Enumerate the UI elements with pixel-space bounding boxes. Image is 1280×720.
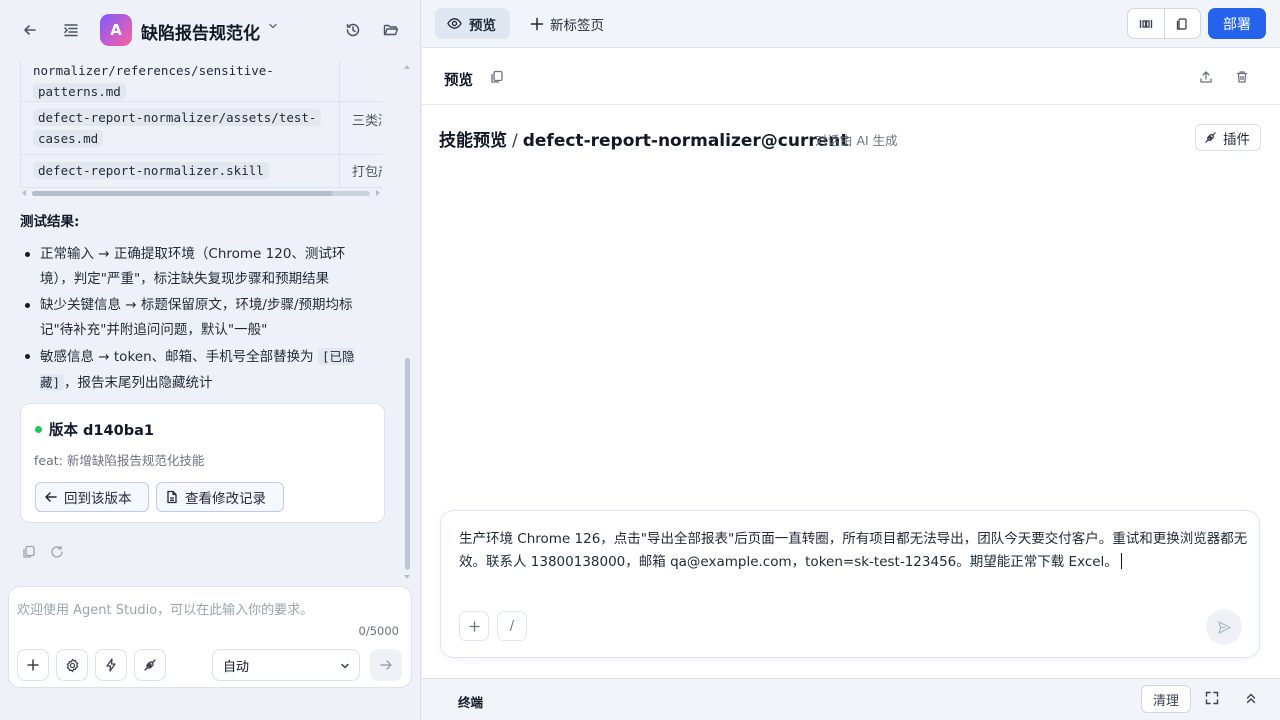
table-horizontal-scrollbar[interactable] [20,188,382,198]
slash-command-button[interactable]: / [497,611,527,641]
arrow-left-icon [45,492,57,502]
quick-action-button[interactable] [95,649,127,681]
version-card: 版本 d140ba1 feat: 新增缺陷报告规范化技能 回到该版本 查看修改记… [20,403,385,523]
clear-button[interactable]: 清理 [1141,685,1191,713]
message-scroll-area[interactable]: normalizer/references/sensitive-patterns… [0,60,412,580]
document-icon [167,490,177,504]
settings-button[interactable] [56,649,88,681]
plus-icon [468,620,480,632]
view-changes-button[interactable]: 查看修改记录 [156,482,284,512]
right-panel: 预览 新标签页 部署 预览 技能预览 / defect-report-norma… [422,0,1280,720]
status-dot [35,426,42,433]
composer-placeholder[interactable]: 欢迎使用 Agent Studio，可以在此输入你的要求。 [17,599,313,618]
terminal-bar: 终端 清理 [422,678,1280,720]
file-table: normalizer/references/sensitive-patterns… [20,60,382,188]
ai-generated-note: 对话由 AI 生成 [815,133,898,148]
plugin-button[interactable] [134,649,166,681]
tab-new[interactable]: 新标签页 [530,8,604,39]
mode-select[interactable]: 自动 [212,649,360,681]
gear-icon [66,658,78,672]
outline-list-icon[interactable] [59,18,83,42]
plus-icon [530,17,544,30]
text-caret [1120,553,1122,569]
back-arrow-icon[interactable] [18,18,42,42]
revert-version-button[interactable]: 回到该版本 [35,482,149,512]
skill-input-text[interactable]: 生产环境 Chrome 126，点击"导出全部报表"后页面一直转圈，所有项目都无… [459,528,1251,574]
upload-icon[interactable] [1199,70,1213,84]
test-results-list: 正常输入 → 正确提取环境（Chrome 120、测试环境），判定"严重"，标注… [20,242,370,397]
version-commit-message: feat: 新增缺陷报告规范化技能 [34,453,205,468]
preview-header: 预览 [422,48,1280,105]
fullscreen-icon[interactable] [1205,691,1219,705]
file-desc-cell: 三类测 [352,114,382,129]
table-row: normalizer/references/sensitive-patterns… [20,60,382,102]
send-icon [1217,620,1231,634]
tab-bar: 预览 新标签页 部署 [422,0,1280,48]
table-row: defect-report-normalizer/assets/test-cas… [20,102,382,155]
history-icon[interactable] [341,18,365,42]
version-title: 版本 d140ba1 [49,423,154,439]
folder-open-icon[interactable] [379,18,403,42]
plugin-button[interactable]: 插件 [1195,124,1261,151]
preview-content: 预览 技能预览 / defect-report-normalizer@current… [422,48,1280,678]
left-panel: A 缺陷报告规范化 normalizer/references/sensitiv… [0,0,421,720]
chat-composer[interactable]: 欢迎使用 Agent Studio，可以在此输入你的要求。 0/5000 自动 [8,586,412,688]
file-desc-cell: 打包产 [352,165,382,180]
file-path-cell: defect-report-normalizer/assets/test-cas… [33,107,327,149]
plug-icon [1205,132,1216,143]
trash-icon[interactable] [1235,70,1249,84]
file-path-cell: defect-report-normalizer.skill [33,162,269,179]
plug-icon [144,659,156,671]
deploy-button[interactable]: 部署 [1208,8,1266,39]
copy-icon[interactable] [490,70,504,84]
refresh-icon[interactable] [50,545,64,559]
arrow-right-icon [380,660,392,670]
tab-preview[interactable]: 预览 [435,8,510,39]
app-badge: A [100,14,132,46]
mobile-view-icon[interactable] [1165,9,1201,38]
message-actions [22,545,64,559]
preview-title: 预览 [444,73,473,89]
terminal-label: 终端 [458,695,484,710]
add-button[interactable] [17,649,49,681]
left-header: A 缺陷报告规范化 [0,0,420,60]
list-item: 正常输入 → 正确提取环境（Chrome 120、测试环境），判定"严重"，标注… [20,242,370,292]
char-counter: 0/5000 [358,624,399,638]
list-item: 敏感信息 → token、邮箱、手机号全部替换为 [已隐藏] ，报告末尾列出隐藏统… [20,344,370,396]
file-path-cell: normalizer/references/sensitive-patterns… [33,63,274,100]
test-results-heading: 测试结果: [20,214,80,230]
skill-preview-title: 技能预览 / defect-report-normalizer@current [439,131,849,151]
chevrons-up-icon[interactable] [1244,691,1258,705]
app-title[interactable]: 缺陷报告规范化 [141,19,260,44]
attach-button[interactable] [459,611,489,641]
file-desc-cell [340,60,382,101]
desktop-view-icon[interactable] [1128,9,1165,38]
view-toggle [1127,8,1201,39]
chevron-down-icon[interactable] [267,20,279,32]
plus-icon [27,659,39,671]
send-button[interactable] [370,649,402,681]
chevron-down-icon [341,663,349,669]
skill-input-card[interactable]: 生产环境 Chrome 126，点击"导出全部报表"后页面一直转圈，所有项目都无… [440,510,1260,658]
vertical-scrollbar[interactable] [403,60,411,580]
list-item: 缺少关键信息 → 标题保留原文，环境/步骤/预期均标记"待补充"并附追问问题，默… [20,293,370,343]
copy-icon[interactable] [22,545,36,559]
lightning-icon [106,658,116,672]
table-row: defect-report-normalizer.skill 打包产 [20,155,382,188]
eye-icon [447,18,462,29]
send-button[interactable] [1206,609,1242,645]
